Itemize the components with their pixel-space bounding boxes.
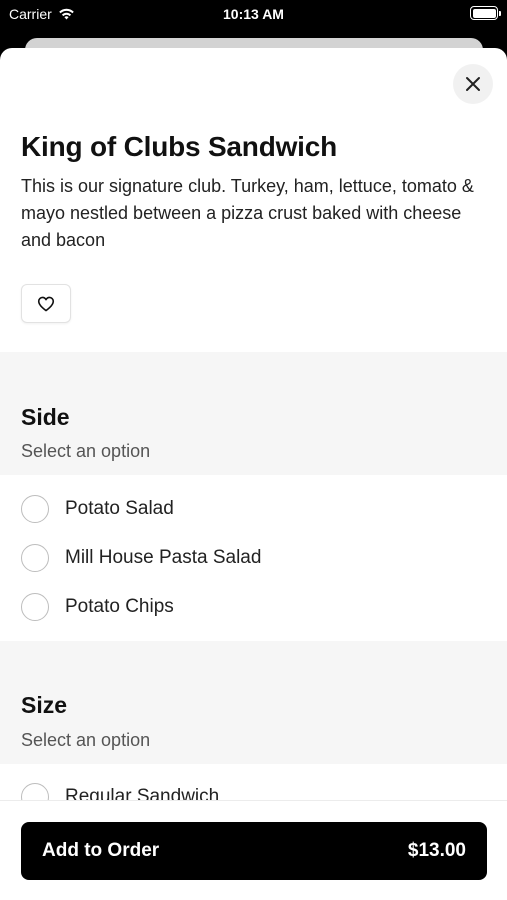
radio-button[interactable] [21, 544, 49, 572]
add-to-order-button[interactable]: Add to Order $13.00 [21, 822, 487, 880]
size-section-title: Size [21, 692, 68, 718]
favorite-button[interactable] [21, 284, 71, 323]
side-section-header: Side Select an option [0, 352, 507, 475]
status-time: 10:13 AM [223, 6, 284, 22]
size-section-subtitle: Select an option [21, 730, 151, 750]
option-potato-chips[interactable]: Potato Chips [0, 584, 507, 630]
battery-icon [470, 6, 501, 20]
footer: Add to Order $13.00 [0, 800, 507, 900]
close-icon [466, 77, 480, 91]
option-label: Potato Salad [65, 498, 174, 519]
item-title: King of Clubs Sandwich [21, 131, 338, 162]
side-section-title: Side [21, 404, 70, 430]
order-price: $13.00 [407, 840, 466, 861]
item-description: This is our signature club. Turkey, ham,… [21, 176, 474, 250]
option-mill-house-pasta-salad[interactable]: Mill House Pasta Salad [0, 535, 507, 581]
add-to-order-label: Add to Order [42, 840, 160, 861]
side-section-subtitle: Select an option [21, 441, 151, 461]
status-bar: Carrier 10:13 AM [0, 0, 507, 30]
option-label: Potato Chips [65, 596, 174, 617]
option-label: Mill House Pasta Salad [65, 547, 262, 568]
size-section-header: Size Select an option [0, 641, 507, 764]
radio-button[interactable] [21, 593, 49, 621]
item-detail-sheet: King of Clubs Sandwich This is our signa… [0, 48, 507, 900]
close-button[interactable] [453, 64, 493, 104]
radio-button[interactable] [21, 495, 49, 523]
option-potato-salad[interactable]: Potato Salad [0, 486, 507, 532]
heart-icon [37, 296, 55, 311]
